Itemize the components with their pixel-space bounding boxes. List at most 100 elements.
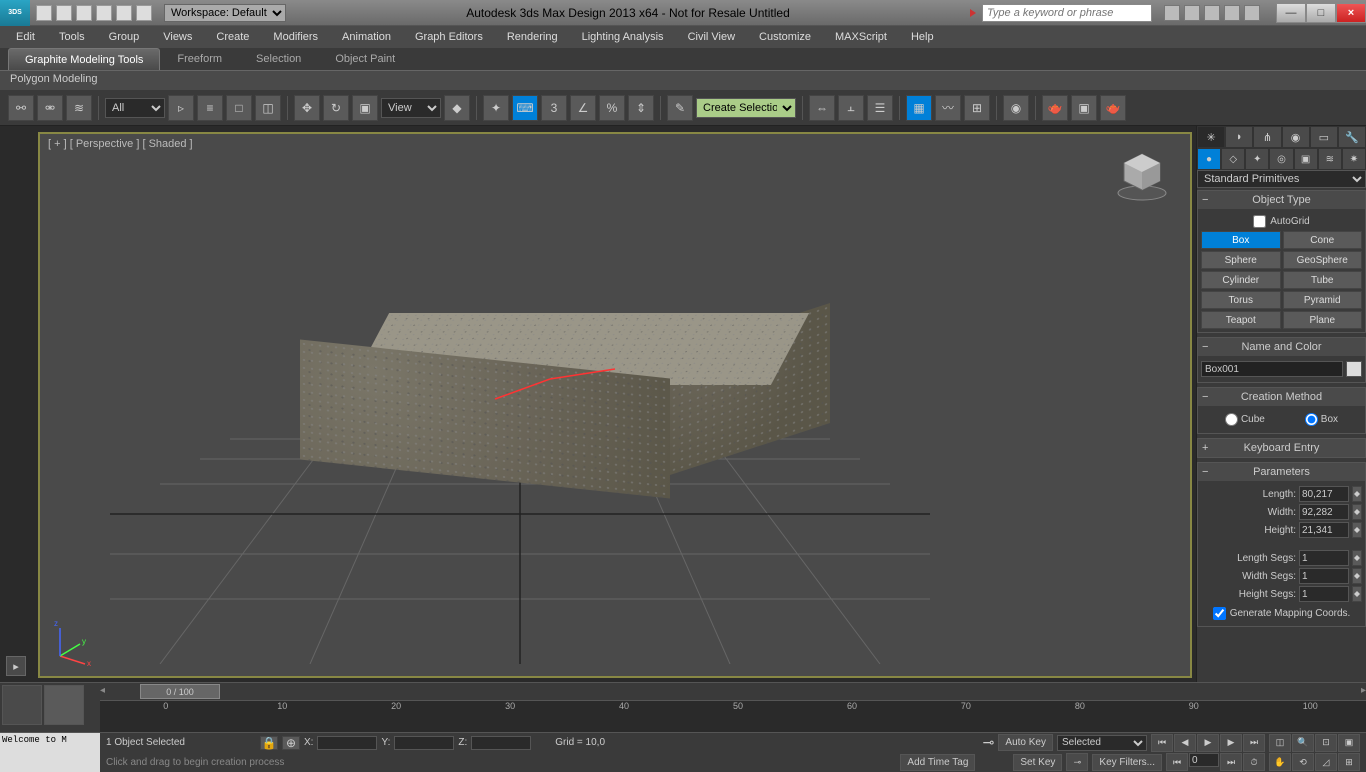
timeline-config-icon[interactable]: ▸: [6, 656, 26, 676]
primitive-category-select[interactable]: Standard Primitives: [1197, 170, 1366, 188]
box-radio[interactable]: [1305, 413, 1318, 426]
menu-customize[interactable]: Customize: [747, 28, 823, 46]
goto-end-icon[interactable]: ⏭: [1243, 734, 1265, 752]
box-button[interactable]: Box: [1201, 231, 1281, 249]
teapot-button[interactable]: Teapot: [1201, 311, 1281, 329]
autokey-button[interactable]: Auto Key: [998, 734, 1053, 751]
hierarchy-tab-icon[interactable]: ⋔: [1253, 126, 1281, 148]
menu-create[interactable]: Create: [204, 28, 261, 46]
minimize-button[interactable]: —: [1276, 3, 1306, 23]
goto-start-icon[interactable]: ⏮: [1151, 734, 1173, 752]
exchange-icon[interactable]: [1204, 5, 1220, 21]
menu-animation[interactable]: Animation: [330, 28, 403, 46]
snap-toggle-icon[interactable]: 3: [541, 95, 567, 121]
width-spinner[interactable]: [1352, 504, 1362, 520]
helpers-subtab-icon[interactable]: ▣: [1294, 148, 1318, 170]
width-input[interactable]: [1299, 504, 1349, 520]
rendered-frame-icon[interactable]: ▣: [1071, 95, 1097, 121]
maxscript-listener[interactable]: Welcome to M: [0, 733, 100, 772]
unlink-tool-icon[interactable]: ⚮: [37, 95, 63, 121]
menu-civil-view[interactable]: Civil View: [676, 28, 747, 46]
material-editor-icon[interactable]: ◉: [1003, 95, 1029, 121]
ribbon-toggle-icon[interactable]: ▦: [906, 95, 932, 121]
orbit-icon[interactable]: ⟲: [1292, 753, 1314, 771]
menu-edit[interactable]: Edit: [4, 28, 47, 46]
key-mode-icon[interactable]: ⊸: [983, 734, 995, 751]
isolate-icon[interactable]: ◫: [1269, 734, 1291, 752]
lights-subtab-icon[interactable]: ✦: [1245, 148, 1269, 170]
wsegs-spinner[interactable]: [1352, 568, 1362, 584]
render-production-icon[interactable]: 🫖: [1100, 95, 1126, 121]
select-manipulate-icon[interactable]: ✦: [483, 95, 509, 121]
geosphere-button[interactable]: GeoSphere: [1283, 251, 1363, 269]
play-icon[interactable]: ▶: [1197, 734, 1219, 752]
edit-named-sel-icon[interactable]: ✎: [667, 95, 693, 121]
viewport-label[interactable]: [ + ] [ Perspective ] [ Shaded ]: [48, 138, 193, 150]
add-time-tag-button[interactable]: Add Time Tag: [900, 754, 975, 771]
torus-button[interactable]: Torus: [1201, 291, 1281, 309]
spacewarps-subtab-icon[interactable]: ≋: [1318, 148, 1342, 170]
parameters-header[interactable]: −Parameters: [1198, 463, 1365, 481]
setkey-button[interactable]: Set Key: [1013, 754, 1062, 771]
next-frame-icon[interactable]: ▶: [1220, 734, 1242, 752]
menu-maxscript[interactable]: MAXScript: [823, 28, 899, 46]
tab-object-paint[interactable]: Object Paint: [318, 48, 412, 70]
schematic-view-icon[interactable]: ⊞: [964, 95, 990, 121]
creation-method-header[interactable]: −Creation Method: [1198, 388, 1365, 406]
view-cube-icon[interactable]: [1115, 149, 1170, 204]
link-icon[interactable]: [136, 5, 152, 21]
height-spinner[interactable]: [1352, 522, 1362, 538]
workspace-selector[interactable]: Workspace: Default: [164, 4, 286, 22]
cube-radio-label[interactable]: Cube: [1225, 413, 1265, 426]
length-spinner[interactable]: [1352, 486, 1362, 502]
length-input[interactable]: [1299, 486, 1349, 502]
menu-rendering[interactable]: Rendering: [495, 28, 570, 46]
window-crossing-icon[interactable]: ◫: [255, 95, 281, 121]
keyboard-entry-header[interactable]: +Keyboard Entry: [1198, 439, 1365, 457]
cameras-subtab-icon[interactable]: ◎: [1269, 148, 1293, 170]
hsegs-input[interactable]: [1299, 586, 1349, 602]
new-file-icon[interactable]: [36, 5, 52, 21]
geometry-subtab-icon[interactable]: ●: [1197, 148, 1221, 170]
mirror-icon[interactable]: ⇔: [809, 95, 835, 121]
height-input[interactable]: [1299, 522, 1349, 538]
subscription-icon[interactable]: [1184, 5, 1200, 21]
motion-tab-icon[interactable]: ◉: [1282, 126, 1310, 148]
curve-editor-icon[interactable]: 〰: [935, 95, 961, 121]
key-icon[interactable]: ⊸: [1066, 753, 1088, 771]
maximize-button[interactable]: □: [1306, 3, 1336, 23]
timeline-mini-icon-2[interactable]: [44, 685, 84, 725]
prev-key-icon[interactable]: ⏮: [1166, 753, 1188, 771]
align-icon[interactable]: ⫠: [838, 95, 864, 121]
open-file-icon[interactable]: [56, 5, 72, 21]
zoom-icon[interactable]: 🔍: [1292, 734, 1314, 752]
time-slider-handle[interactable]: 0 / 100: [140, 684, 220, 699]
shapes-subtab-icon[interactable]: ◇: [1221, 148, 1245, 170]
close-button[interactable]: ×: [1336, 3, 1366, 23]
app-menu-icon[interactable]: 3DS: [0, 0, 30, 26]
cube-radio[interactable]: [1225, 413, 1238, 426]
lsegs-spinner[interactable]: [1352, 550, 1362, 566]
select-by-name-icon[interactable]: ≡: [197, 95, 223, 121]
spinner-snap-icon[interactable]: ⇕: [628, 95, 654, 121]
undo-icon[interactable]: [96, 5, 112, 21]
utilities-tab-icon[interactable]: 🔧: [1338, 126, 1366, 148]
name-color-header[interactable]: −Name and Color: [1198, 338, 1365, 356]
create-tab-icon[interactable]: ✳: [1197, 126, 1225, 148]
y-coord-input[interactable]: [394, 736, 454, 750]
rotate-tool-icon[interactable]: ↻: [323, 95, 349, 121]
lsegs-input[interactable]: [1299, 550, 1349, 566]
box-radio-label[interactable]: Box: [1305, 413, 1338, 426]
modify-tab-icon[interactable]: ◗: [1225, 126, 1253, 148]
zoom-all-icon[interactable]: ⊡: [1315, 734, 1337, 752]
selection-lock-icon[interactable]: 🔒: [260, 736, 278, 750]
selection-filter[interactable]: All: [105, 98, 165, 118]
menu-modifiers[interactable]: Modifiers: [261, 28, 330, 46]
genmap-checkbox[interactable]: [1213, 607, 1226, 620]
timeline-mini-icon[interactable]: [2, 685, 42, 725]
key-filters-button[interactable]: Key Filters...: [1092, 754, 1162, 771]
reference-coord-system[interactable]: View: [381, 98, 441, 118]
move-tool-icon[interactable]: ✥: [294, 95, 320, 121]
systems-subtab-icon[interactable]: ✷: [1342, 148, 1366, 170]
absolute-mode-icon[interactable]: ⊕: [282, 736, 300, 750]
